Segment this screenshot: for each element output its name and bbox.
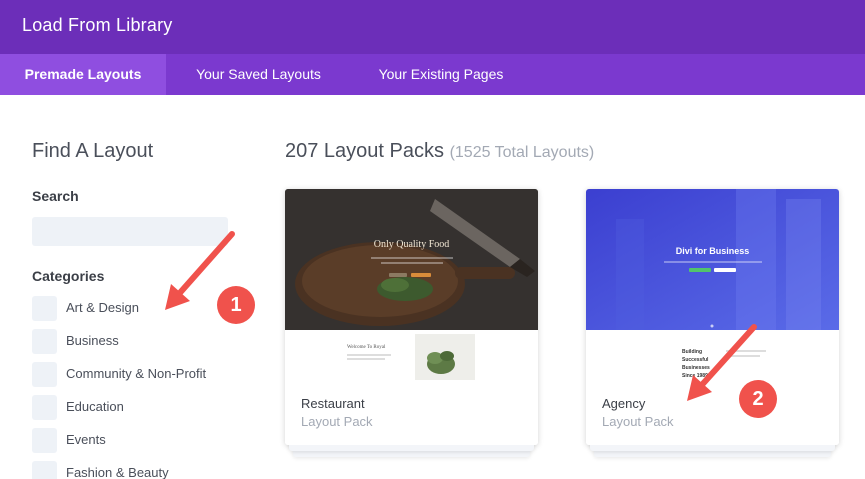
- annotation-arrows: [165, 231, 757, 401]
- annotation-badge-1: 1: [217, 286, 255, 324]
- annotation-badge-2: 2: [739, 380, 777, 418]
